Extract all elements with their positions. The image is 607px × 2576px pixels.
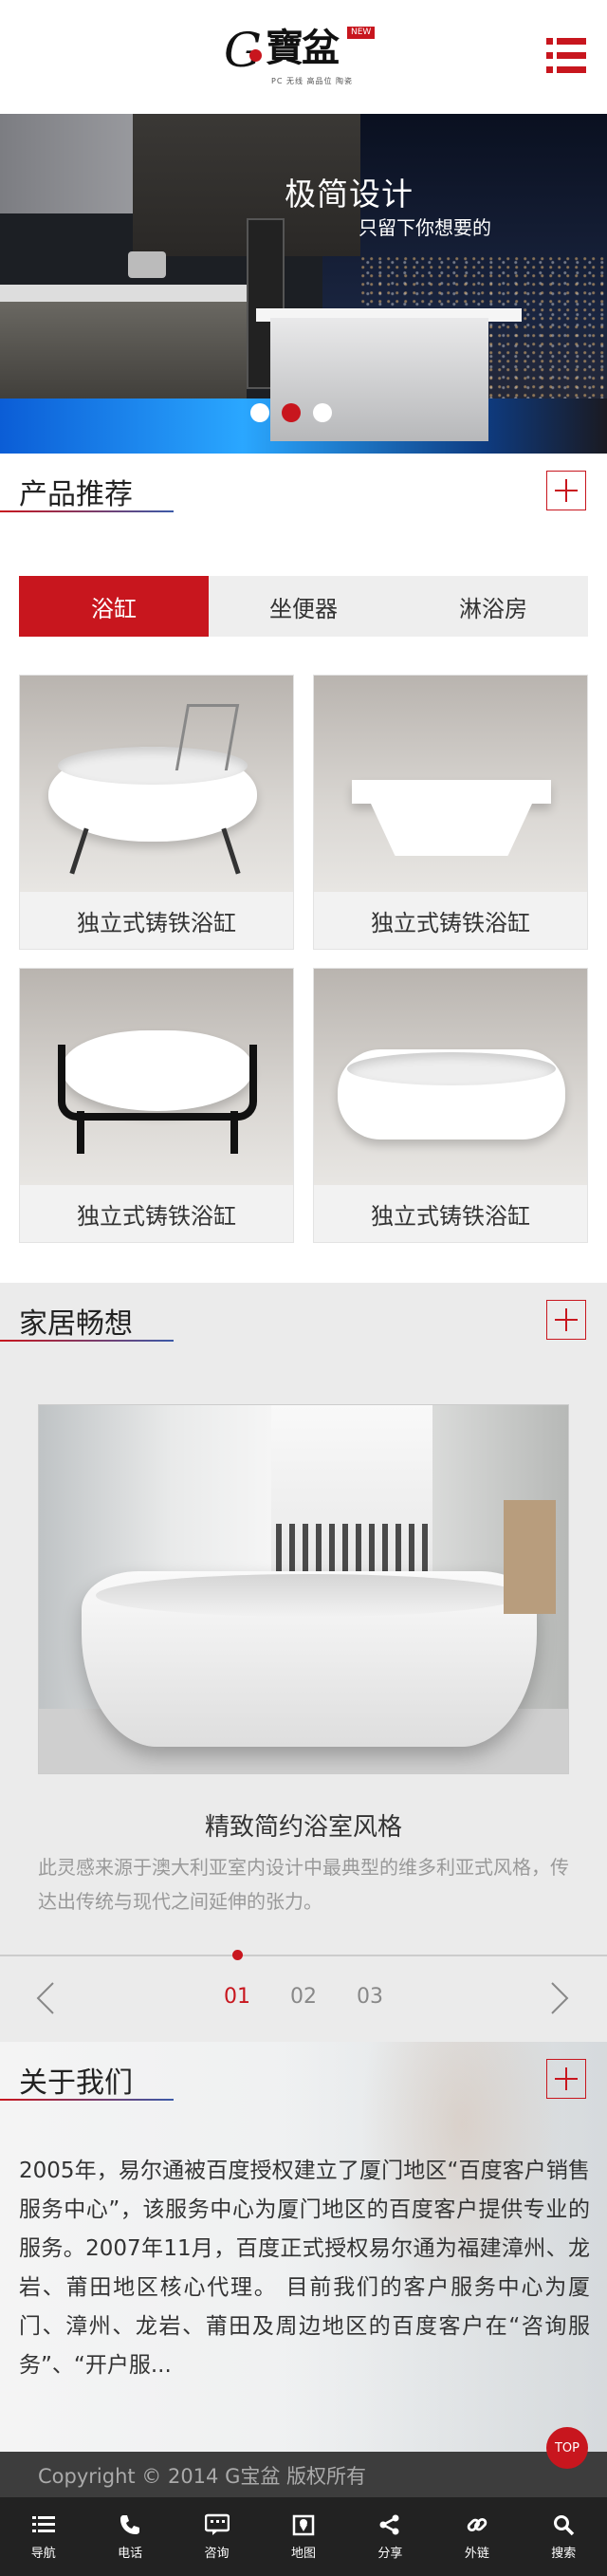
tab-shower[interactable]: 淋浴房: [398, 576, 588, 637]
copyright: Copyright © 2014 G宝盆 版权所有: [38, 2465, 367, 2488]
pager-line: [0, 1955, 607, 1956]
story-pager: 01 02 03: [0, 1950, 607, 2042]
phone-icon: [119, 2512, 141, 2537]
banner-title: 极简设计: [285, 176, 414, 213]
nav-label: 电话: [118, 2547, 143, 2561]
pager-marker: [232, 1950, 243, 1960]
pot: [128, 251, 166, 278]
section-title: 产品推荐: [19, 478, 133, 511]
nav-label: 分享: [377, 2547, 403, 2561]
tab-bathtub[interactable]: 浴缸: [19, 576, 209, 637]
link-icon: [466, 2512, 488, 2537]
product-tabs: 浴缸 坐便器 淋浴房: [19, 576, 588, 637]
bottom-navbar: 导航 电话 咨询 地图 分享 外链 搜索: [0, 2497, 607, 2576]
product-card[interactable]: 独立式铸铁浴缸: [313, 968, 588, 1243]
product-name: 独立式铸铁浴缸: [314, 892, 587, 949]
map-icon: [292, 2512, 315, 2537]
chat-icon: [204, 2512, 230, 2537]
about-more-button[interactable]: [546, 2059, 586, 2099]
slider-dot-2[interactable]: [282, 403, 301, 422]
footer: Copyright © 2014 G宝盆 版权所有: [0, 2452, 607, 2497]
page-03[interactable]: 03: [357, 1985, 383, 2009]
search-icon: [552, 2512, 575, 2537]
home-header: 家居畅想: [0, 1283, 607, 1368]
home-more-button[interactable]: [546, 1300, 586, 1340]
product-image: [20, 969, 293, 1185]
nav-label: 导航: [30, 2547, 56, 2561]
story-description: 此灵感来源于澳大利亚室内设计中最典型的维多利亚式风格，传达出传统与现代之间延伸的…: [38, 1856, 569, 1913]
page-02[interactable]: 02: [290, 1985, 317, 2009]
new-badge: NEW: [347, 27, 376, 39]
slider-dot-1[interactable]: [250, 403, 269, 422]
nav-item-share[interactable]: 分享: [347, 2497, 433, 2576]
story-title: 精致简约浴室风格: [204, 1813, 402, 1842]
next-arrow-icon[interactable]: [550, 1981, 569, 2024]
list-icon: [31, 2512, 55, 2537]
story-image[interactable]: [38, 1404, 569, 1774]
page-01[interactable]: 01: [224, 1985, 250, 2009]
product-name: 独立式铸铁浴缸: [314, 1185, 587, 1242]
product-image: [314, 676, 587, 892]
logo-text: 寶盆: [266, 26, 340, 70]
about-header: 关于我们: [0, 2042, 607, 2127]
banner-slider[interactable]: 极简设计 只留下你想要的: [0, 114, 607, 454]
product-card[interactable]: 独立式铸铁浴缸: [313, 675, 588, 950]
nav-label: 咨询: [204, 2547, 230, 2561]
prev-arrow-icon[interactable]: [36, 1981, 55, 2024]
back-to-top-button[interactable]: TOP: [546, 2427, 588, 2469]
tab-toilet[interactable]: 坐便器: [209, 576, 398, 637]
banner-subtitle: 只留下你想要的: [359, 216, 491, 239]
logo-seal-icon: [249, 49, 262, 62]
product-card[interactable]: 独立式铸铁浴缸: [19, 968, 294, 1243]
slider-dot-3[interactable]: [313, 403, 332, 422]
nav-label: 地图: [290, 2547, 316, 2561]
nav-label: 搜索: [551, 2547, 577, 2561]
section-title: 关于我们: [19, 2066, 133, 2100]
about-text: 2005年，易尔通被百度授权建立了厦门地区“百度客户销售服务中心”，该服务中心为…: [19, 2159, 590, 2378]
logo-slogan: PC 无线 高品位 陶瓷: [271, 77, 354, 85]
product-name: 独立式铸铁浴缸: [20, 1185, 293, 1242]
nav-item-guide[interactable]: 导航: [0, 2497, 86, 2576]
title-underline: [0, 1340, 174, 1342]
nav-item-phone[interactable]: 电话: [86, 2497, 173, 2576]
brand-logo[interactable]: G 寶盆 NEW PC 无线 高品位 陶瓷: [224, 25, 383, 91]
lower-cabinets: [0, 302, 247, 406]
kitchen-counter: [0, 285, 247, 302]
slider-dots: [250, 403, 344, 426]
product-image: [314, 969, 587, 1185]
products-header: 产品推荐: [0, 454, 607, 539]
menu-icon[interactable]: [546, 38, 586, 74]
products-more-button[interactable]: [546, 471, 586, 510]
nav-item-link[interactable]: 外链: [433, 2497, 520, 2576]
header: G 寶盆 NEW PC 无线 高品位 陶瓷: [0, 0, 607, 114]
product-card[interactable]: 独立式铸铁浴缸: [19, 675, 294, 950]
product-name: 独立式铸铁浴缸: [20, 892, 293, 949]
share-icon: [378, 2512, 401, 2537]
product-image: [20, 676, 293, 892]
title-underline: [0, 510, 174, 512]
title-underline: [0, 2099, 174, 2101]
nav-item-consult[interactable]: 咨询: [174, 2497, 260, 2576]
section-title: 家居畅想: [19, 1307, 133, 1341]
nav-label: 外链: [464, 2547, 489, 2561]
nav-item-map[interactable]: 地图: [260, 2497, 346, 2576]
nav-item-search[interactable]: 搜索: [521, 2497, 607, 2576]
